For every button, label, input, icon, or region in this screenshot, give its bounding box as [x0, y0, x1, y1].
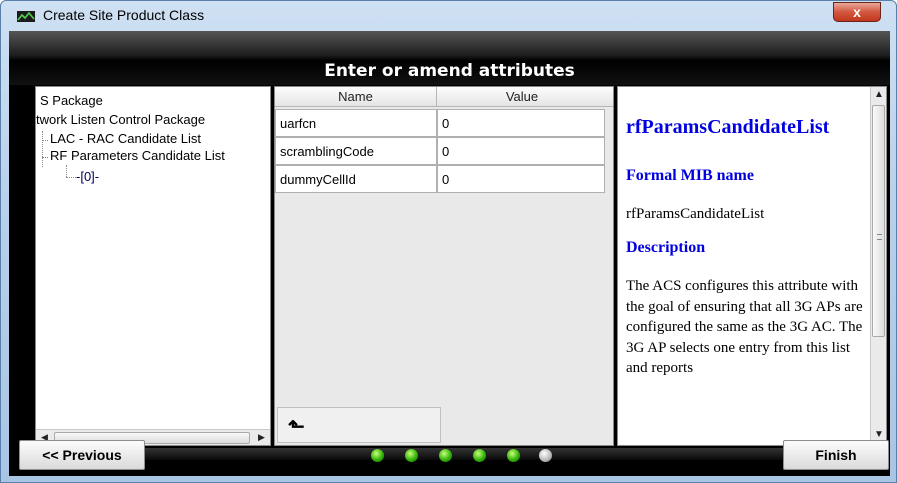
- tree-item-rf-parameters-candidate-list[interactable]: RF Parameters Candidate List: [50, 148, 225, 163]
- attribute-value-field[interactable]: 0: [437, 109, 605, 137]
- scroll-down-icon[interactable]: ▼: [874, 429, 884, 440]
- attribute-title: rfParamsCandidateList: [626, 116, 830, 138]
- scroll-up-icon[interactable]: ▲: [874, 89, 884, 100]
- move-up-arrow-icon: ⬑: [288, 416, 305, 438]
- formal-mib-heading: Formal MIB name: [626, 167, 754, 184]
- tree-connector: [66, 165, 67, 177]
- tree-connector: [42, 140, 48, 141]
- window-title: Create Site Product Class: [43, 7, 205, 23]
- scroll-right-icon[interactable]: ▶: [258, 432, 265, 443]
- column-header-name[interactable]: Name: [275, 87, 437, 107]
- description-vertical-scrollbar[interactable]: ▲ ▼: [870, 87, 886, 445]
- scroll-thumb[interactable]: [872, 105, 885, 337]
- previous-button[interactable]: << Previous: [19, 440, 145, 470]
- header-bar: Enter or amend attributes: [9, 31, 890, 85]
- step-complete-icon: [439, 449, 452, 462]
- step-complete-icon: [405, 449, 418, 462]
- page-title: Enter or amend attributes: [324, 61, 575, 81]
- attribute-table: Name Value uarfcn 0 scramblingCode 0 dum…: [274, 86, 614, 446]
- description-text: The ACS configures this attribute with t…: [626, 278, 863, 376]
- wizard-client-area: Enter or amend attributes S Package twor…: [9, 31, 890, 476]
- finish-button[interactable]: Finish: [783, 440, 889, 470]
- formal-mib-value: rfParamsCandidateList: [626, 206, 765, 222]
- attribute-name-cell: scramblingCode: [275, 137, 437, 165]
- attribute-value-field[interactable]: 0: [437, 137, 605, 165]
- app-icon: [17, 11, 35, 22]
- step-pending-icon: [539, 449, 552, 462]
- tree-connector: [42, 157, 48, 158]
- description-panel: rfParamsCandidateList Formal MIB name rf…: [617, 86, 887, 446]
- tree-item-package[interactable]: S Package: [40, 93, 103, 108]
- step-complete-icon: [473, 449, 486, 462]
- attribute-name-cell: uarfcn: [275, 109, 437, 137]
- move-up-button[interactable]: ⬑: [277, 407, 441, 443]
- tree-connector: [42, 131, 43, 167]
- grip-icon: [877, 234, 882, 240]
- description-heading: Description: [626, 239, 706, 256]
- attribute-tree[interactable]: S Package twork Listen Control Package L…: [35, 86, 271, 446]
- wizard-step-indicator: [371, 449, 571, 463]
- step-complete-icon: [371, 449, 384, 462]
- table-row[interactable]: scramblingCode 0: [275, 137, 613, 165]
- tree-item-lac-rac-candidate-list[interactable]: LAC - RAC Candidate List: [50, 131, 201, 146]
- table-header: Name Value: [275, 87, 613, 107]
- attribute-name-cell: dummyCellId: [275, 165, 437, 193]
- attribute-value-field[interactable]: 0: [437, 165, 605, 193]
- step-complete-icon: [507, 449, 520, 462]
- table-row[interactable]: uarfcn 0: [275, 109, 613, 137]
- close-button[interactable]: x: [833, 2, 881, 22]
- tree-connector: [66, 177, 76, 178]
- table-row[interactable]: dummyCellId 0: [275, 165, 613, 193]
- title-bar[interactable]: Create Site Product Class x: [1, 1, 896, 31]
- column-header-value[interactable]: Value: [437, 87, 607, 107]
- tree-item-network-listen-control-package[interactable]: twork Listen Control Package: [36, 112, 205, 127]
- tree-item-selected-entry[interactable]: -[0]-: [76, 169, 99, 184]
- dialog-window: Create Site Product Class x Enter or ame…: [0, 0, 897, 483]
